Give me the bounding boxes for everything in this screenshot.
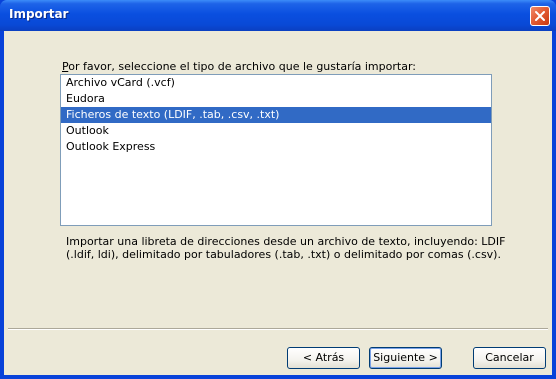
back-button[interactable]: < Atrás	[287, 347, 360, 369]
wizard-content: Por favor, seleccione el tipo de archivo…	[4, 31, 552, 328]
prompt-label: or favor, seleccione el tipo de archivo …	[68, 60, 416, 73]
next-button[interactable]: Siguiente >	[369, 347, 442, 369]
file-type-list[interactable]: Archivo vCard (.vcf) Eudora Ficheros de …	[60, 74, 492, 226]
close-icon	[535, 11, 545, 21]
list-item-vcard[interactable]: Archivo vCard (.vcf)	[61, 75, 491, 91]
close-button[interactable]	[530, 6, 550, 26]
cancel-button[interactable]: Cancelar	[473, 347, 546, 369]
title-bar[interactable]: Importar	[0, 0, 556, 31]
button-separator	[8, 328, 548, 330]
file-type-description: Importar una libreta de direcciones desd…	[66, 235, 506, 261]
dialog-body: Por favor, seleccione el tipo de archivo…	[4, 31, 552, 375]
import-dialog-window: Importar Por favor, seleccione el tipo d…	[0, 0, 556, 379]
list-item-outlook-express[interactable]: Outlook Express	[61, 139, 491, 155]
list-item-eudora[interactable]: Eudora	[61, 91, 491, 107]
window-title: Importar	[9, 7, 69, 21]
list-item-outlook[interactable]: Outlook	[61, 123, 491, 139]
list-item-text-files[interactable]: Ficheros de texto (LDIF, .tab, .csv, .tx…	[61, 107, 491, 123]
file-type-prompt: Por favor, seleccione el tipo de archivo…	[62, 60, 416, 73]
